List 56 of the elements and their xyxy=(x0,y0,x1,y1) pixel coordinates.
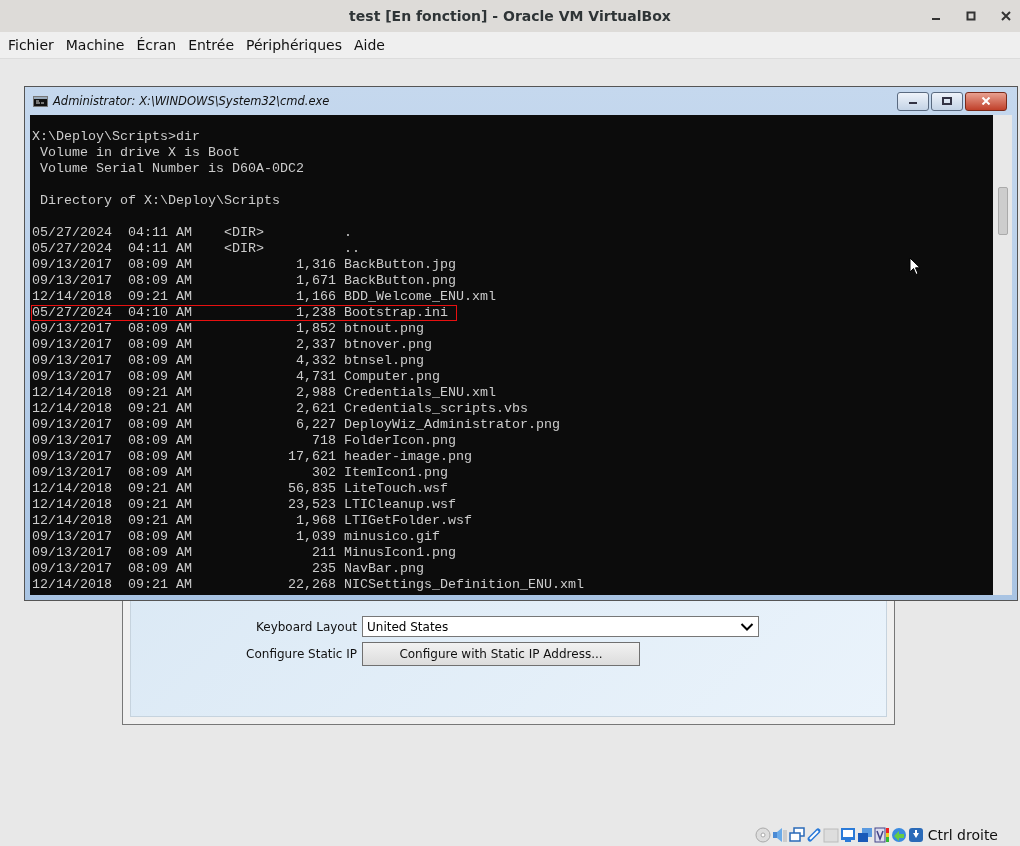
console-line: 09/13/2017 08:09 AM 4,332 btnsel.png xyxy=(31,353,425,369)
scrollbar[interactable] xyxy=(993,115,1012,595)
menu-item[interactable]: Fichier xyxy=(2,37,60,53)
console-line: Volume Serial Number is D60A-0DC2 xyxy=(39,161,305,177)
console-line: 05/27/2024 04:11 AM <DIR> . xyxy=(31,225,353,241)
display-icon[interactable] xyxy=(839,827,856,843)
console-line: 09/13/2017 08:09 AM 2,337 btnover.png xyxy=(31,337,433,353)
console-line: 09/13/2017 08:09 AM 17,621 header-image.png xyxy=(31,449,473,465)
close-icon[interactable] xyxy=(1000,10,1012,22)
network-icon[interactable] xyxy=(788,827,805,843)
console-line: Volume in drive X is Boot xyxy=(39,145,241,161)
restore-icon xyxy=(942,97,952,105)
host-key-label: Ctrl droite xyxy=(927,827,998,843)
console-line: 09/13/2017 08:09 AM 6,227 DeployWiz_Administrator.png xyxy=(31,417,561,433)
menu-item[interactable]: Périphériques xyxy=(240,37,348,53)
console-line: 12/14/2018 09:21 AM 2,988 Credentials_ENU.xml xyxy=(31,385,497,401)
console-line: 05/27/2024 04:11 AM <DIR> .. xyxy=(31,241,361,257)
console-line: 12/14/2018 09:21 AM 1,968 LTIGetFolder.wsf xyxy=(31,513,473,529)
console-title: Administrator: X:\WINDOWS\System32\cmd.exe xyxy=(53,94,331,108)
menu-item[interactable]: Machine xyxy=(59,37,131,53)
console-line: 09/13/2017 08:09 AM 302 ItemIcon1.png xyxy=(31,465,449,481)
field-label: Keyboard Layout xyxy=(255,619,358,634)
close-button[interactable] xyxy=(965,91,1007,111)
minimize-button[interactable] xyxy=(897,91,929,111)
maximize-button[interactable] xyxy=(931,91,963,111)
mouse-pointer-icon xyxy=(909,257,921,276)
window-title: test [En fonction] - Oracle VM VirtualBox xyxy=(349,8,671,24)
console-line: 09/13/2017 08:09 AM 4,731 Computer.png xyxy=(31,369,441,385)
chevron-down-icon xyxy=(740,621,754,632)
speaker-icon[interactable] xyxy=(771,827,788,843)
menu-item[interactable]: Aide xyxy=(347,37,391,53)
field-label: Configure Static IP xyxy=(245,646,358,661)
console-line: 12/14/2018 09:21 AM 23,523 LTICleanup.wsf xyxy=(31,497,457,513)
dropdown-field[interactable]: United States xyxy=(362,616,759,637)
console-line: 12/14/2018 09:21 AM 22,268 NICSettings_Definition_ENU.xml xyxy=(31,577,585,593)
close-icon xyxy=(981,97,991,105)
console-icon xyxy=(33,95,48,107)
console-line: 12/14/2018 09:21 AM 1,166 BDD_Welcome_ENU.xml xyxy=(31,289,497,305)
menu-item[interactable]: Écran xyxy=(130,37,183,53)
menu-item[interactable]: Entrée xyxy=(182,37,241,53)
windows-icon[interactable] xyxy=(856,827,873,843)
console-line: 09/13/2017 08:09 AM 1,852 btnout.png xyxy=(31,321,425,337)
maximize-icon[interactable] xyxy=(965,10,977,22)
arrow-down-icon[interactable] xyxy=(907,827,924,843)
console-line: 09/13/2017 08:09 AM 1,671 BackButton.png xyxy=(31,273,457,289)
console-line: 09/13/2017 08:09 AM 235 NavBar.png xyxy=(31,561,425,577)
configure-button[interactable]: Configure with Static IP Address... xyxy=(362,641,640,666)
console-line: 09/13/2017 08:09 AM 718 FolderIcon.png xyxy=(31,433,457,449)
console-line: 09/13/2017 08:09 AM 1,039 minusico.gif xyxy=(31,529,441,545)
console-line: 12/14/2018 09:21 AM 56,835 LiteTouch.wsf xyxy=(31,481,449,497)
console-line: 09/13/2017 08:09 AM 211 MinusIcon1.png xyxy=(31,545,457,561)
console-line: Directory of X:\Deploy\Scripts xyxy=(39,193,281,209)
console-line: 09/13/2017 08:09 AM 1,316 BackButton.jpg xyxy=(31,257,457,273)
console-line: X:\Deploy\Scripts>dir xyxy=(31,129,201,145)
console-line: 12/14/2018 09:21 AM 2,621 Credentials_scripts.vbs xyxy=(31,401,529,417)
scrollbar-thumb[interactable] xyxy=(998,187,1008,235)
